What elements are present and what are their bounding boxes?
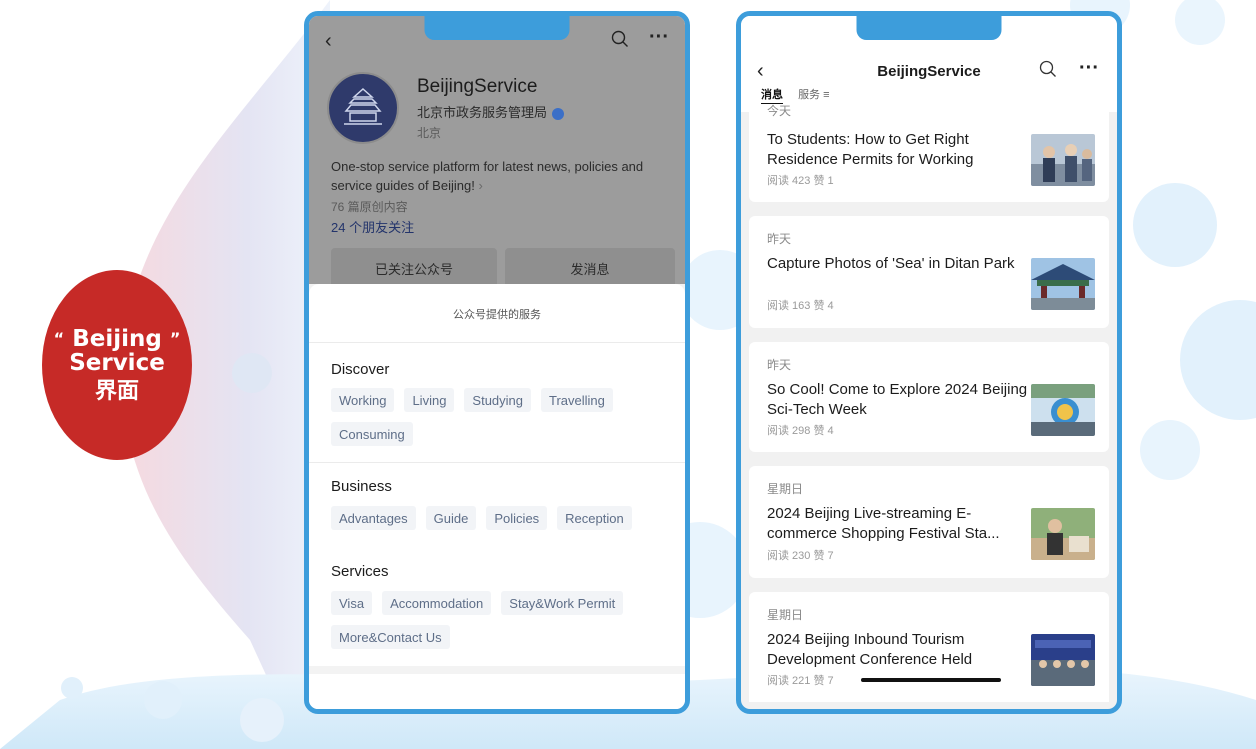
search-icon[interactable] [1039,60,1057,83]
chip-travelling[interactable]: Travelling [541,388,613,412]
chips-services: Visa Accommodation Stay&Work Permit More… [331,591,671,649]
chip-consuming[interactable]: Consuming [331,422,413,446]
article-stats: 阅读 423 赞 1 [767,175,834,187]
phone-notch [424,16,570,40]
account-title: BeijingService [877,63,981,80]
divider [309,462,685,463]
account-logo [327,72,399,144]
chip-living[interactable]: Living [404,388,455,412]
article-card[interactable]: 星期日 2024 Beijing Live-streaming E-commer… [749,466,1109,578]
more-icon[interactable]: ··· [649,26,669,49]
chip-policies[interactable]: Policies [486,506,548,530]
home-indicator [861,678,1001,682]
chip-visa[interactable]: Visa [331,591,373,615]
article-card[interactable]: 星期日 2024 Beijing Inbound Tourism Develop… [749,592,1109,702]
article-card[interactable]: 昨天 Capture Photos of 'Sea' in Ditan Park… [749,216,1109,328]
friends-following[interactable]: 24 个朋友关注 [331,217,414,236]
chip-guide[interactable]: Guide [425,506,477,530]
section-title-services: Services [331,563,389,580]
beijing-service-badge: “ Beijing ” Service 界面 [42,270,192,460]
stage: “ Beijing ” Service 界面 ‹ ··· BeijingServ… [0,0,1256,749]
article-date: 星期日 [767,608,804,622]
divider [309,342,685,343]
left-phone: ‹ ··· BeijingService 北京市政务服务管理局 北京 One-s… [304,11,690,714]
article-stats: 阅读 163 赞 4 [767,300,834,312]
article-thumbnail [1031,258,1095,310]
badge-line-1: Beijing [72,326,162,353]
article-thumbnail [1031,634,1095,686]
article-thumbnail [1031,134,1095,186]
close-quote: ” [169,329,181,349]
article-title: Capture Photos of 'Sea' in Ditan Park [767,255,1015,272]
chip-stay-work-permit[interactable]: Stay&Work Permit [501,591,624,615]
section-title-discover: Discover [331,361,390,378]
account-profile: ‹ ··· BeijingService 北京市政务服务管理局 北京 One-s… [309,16,685,288]
account-org-text: 北京市政务服务管理局 [417,105,548,120]
article-date: 昨天 [767,232,792,246]
open-quote: “ [53,329,65,349]
followed-button[interactable]: 已关注公众号 [331,248,497,288]
badge-line-3: 界面 [94,378,139,404]
chevron-right-icon: › [478,178,483,193]
temple-of-heaven-icon [344,87,382,125]
phone-notch [856,16,1002,40]
article-stats: 阅读 298 赞 4 [767,425,834,437]
more-icon[interactable]: ··· [1079,57,1099,80]
back-arrow-icon[interactable]: ‹ [325,30,332,53]
chip-studying[interactable]: Studying [464,388,532,412]
search-icon[interactable] [611,30,629,54]
account-name: BeijingService [417,76,538,97]
chip-advantages[interactable]: Advantages [331,506,416,530]
account-description-text: One-stop service platform for latest new… [331,159,644,193]
article-title: 2024 Beijing Inbound Tourism Development… [767,631,973,668]
chip-more-contact[interactable]: More&Contact Us [331,625,450,649]
article-date: 星期日 [767,482,804,496]
article-stats: 阅读 221 赞 7 [767,675,834,687]
article-title: So Cool! Come to Explore 2024 Beijing Sc… [767,381,1028,418]
badge-line-2: Service [69,350,165,377]
article-card[interactable]: 今天 To Students: How to Get Right Residen… [749,104,1109,202]
article-thumbnail [1031,384,1095,436]
right-phone: ‹ BeijingService ··· 消息 服务 ≡ 今天 To Stude… [736,11,1122,714]
article-thumbnail [1031,508,1095,560]
article-title: To Students: How to Get Right Residence … [767,131,974,168]
chip-reception[interactable]: Reception [557,506,632,530]
tab-services[interactable]: 服务 ≡ [798,86,829,102]
section-title-business: Business [331,478,392,495]
article-stats: 阅读 230 赞 7 [767,550,834,562]
account-location: 北京 [417,126,442,140]
sheet-footer [309,666,685,674]
account-description[interactable]: One-stop service platform for latest new… [331,157,671,195]
chips-business: Advantages Guide Policies Reception [331,506,671,530]
chips-discover: Working Living Studying Travelling Consu… [331,388,671,446]
article-card[interactable]: 昨天 So Cool! Come to Explore 2024 Beijing… [749,342,1109,452]
article-title: 2024 Beijing Live-streaming E-commerce S… [767,505,1000,542]
original-count: 76 篇原创内容 [331,200,408,214]
services-sheet-title: 公众号提供的服务 [453,309,541,321]
chip-accommodation[interactable]: Accommodation [382,591,492,615]
chip-working[interactable]: Working [331,388,395,412]
services-sheet: 公众号提供的服务 Discover Working Living Studyin… [309,284,685,709]
article-date: 今天 [767,104,792,118]
article-date: 昨天 [767,358,792,372]
verified-icon [552,107,565,120]
send-message-button[interactable]: 发消息 [505,248,675,288]
account-org: 北京市政务服务管理局 [417,102,565,121]
